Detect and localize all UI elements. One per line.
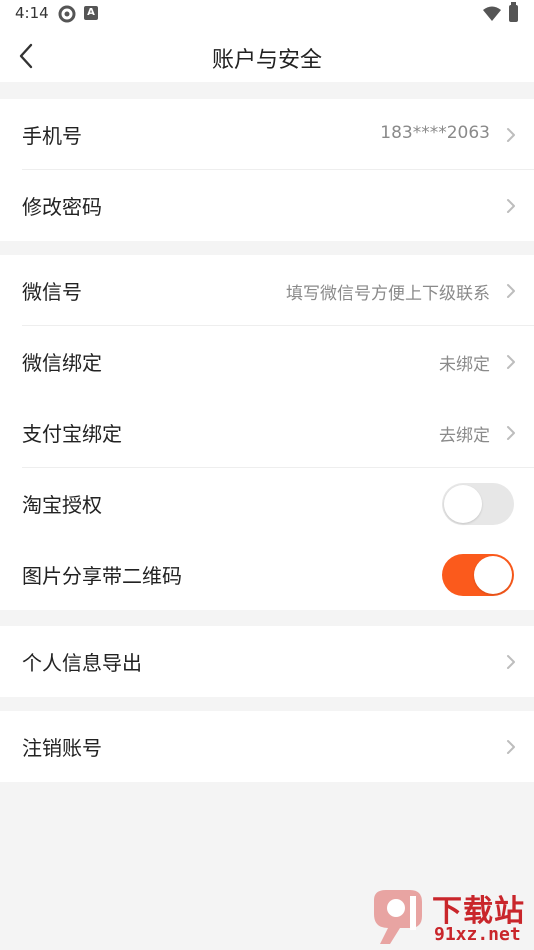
watermark-url: 91xz.net: [434, 924, 521, 945]
row-change-password[interactable]: 修改密码: [0, 170, 534, 241]
toggle-knob: [474, 556, 512, 594]
wifi-icon: [483, 6, 501, 21]
row-share-image-qrcode: 图片分享带二维码: [0, 539, 534, 610]
toggle-knob: [444, 485, 482, 523]
row-label: 淘宝授权: [22, 493, 102, 517]
chevron-right-icon: [507, 355, 515, 369]
row-value: 183****2063: [380, 123, 490, 143]
chevron-right-icon: [507, 740, 515, 754]
row-label: 个人信息导出: [22, 651, 142, 675]
row-taobao-authorization: 淘宝授权: [0, 468, 534, 539]
group-export: 个人信息导出: [0, 626, 534, 697]
row-phone-number[interactable]: 手机号 183****2063: [0, 99, 534, 170]
group-bindings: 微信号 填写微信号方便上下级联系 微信绑定 未绑定 支付宝绑定 去绑定 淘宝授权…: [0, 255, 534, 610]
row-cancel-account[interactable]: 注销账号: [0, 711, 534, 782]
chevron-right-icon: [507, 199, 515, 213]
row-value: 未绑定: [439, 355, 490, 375]
row-label: 手机号: [22, 124, 82, 148]
sync-icon: [58, 5, 76, 23]
taobao-authorization-toggle[interactable]: [442, 483, 514, 525]
row-wechat-binding[interactable]: 微信绑定 未绑定: [0, 326, 534, 397]
chevron-right-icon: [507, 655, 515, 669]
row-label: 微信号: [22, 280, 82, 304]
chevron-right-icon: [507, 284, 515, 298]
watermark: 下载站 91xz.net: [362, 880, 534, 950]
group-cancel-account: 注销账号: [0, 711, 534, 782]
row-alipay-binding[interactable]: 支付宝绑定 去绑定: [0, 397, 534, 468]
group-phone-password: 手机号 183****2063 修改密码: [0, 99, 534, 241]
row-label: 修改密码: [22, 195, 102, 219]
row-wechat-id[interactable]: 微信号 填写微信号方便上下级联系: [0, 255, 534, 326]
chevron-right-icon: [507, 128, 515, 142]
page-title: 账户与安全: [211, 48, 322, 73]
row-value: 填写微信号方便上下级联系: [286, 284, 490, 304]
row-label: 微信绑定: [22, 351, 102, 375]
status-bar: 4:14 A: [0, 0, 534, 30]
header: 账户与安全: [0, 30, 534, 82]
share-image-qrcode-toggle[interactable]: [442, 554, 514, 596]
notification-a-icon: A: [84, 6, 98, 20]
status-time: 4:14: [15, 4, 49, 22]
row-label: 注销账号: [22, 736, 102, 760]
row-personal-info-export[interactable]: 个人信息导出: [0, 626, 534, 697]
chevron-right-icon: [507, 426, 515, 440]
battery-icon: [509, 2, 518, 22]
row-label: 支付宝绑定: [22, 422, 122, 446]
row-label: 图片分享带二维码: [22, 564, 182, 588]
row-value: 去绑定: [439, 426, 490, 446]
watermark-logo-icon: [374, 890, 422, 944]
